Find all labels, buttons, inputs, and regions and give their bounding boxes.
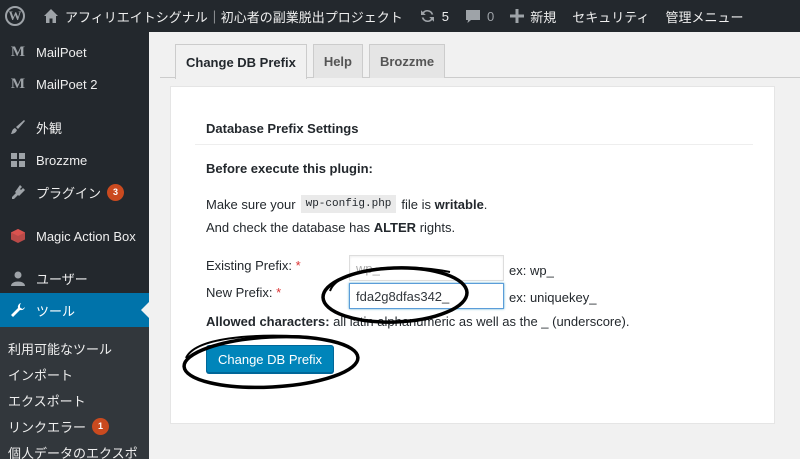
notice-text: Make sure your <box>206 196 296 212</box>
security-menu[interactable]: セキュリティ <box>564 0 657 32</box>
submenu-export-personal-data[interactable]: 個人データのエクスポ <box>0 439 149 459</box>
mailpoet-icon: M <box>10 43 26 60</box>
submenu-label: 個人データのエクスポ <box>8 445 138 459</box>
sidebar-item-label: ユーザー <box>36 271 88 287</box>
box-icon <box>0 229 36 243</box>
required-mark: * <box>276 285 282 300</box>
sidebar-item-tools[interactable]: ツール <box>0 293 149 327</box>
tab-change-db-prefix[interactable]: Change DB Prefix <box>175 44 307 79</box>
sidebar-item-label: 外観 <box>36 120 63 136</box>
tab-brozzme[interactable]: Brozzme <box>368 44 446 78</box>
wp-logo-menu[interactable]: W <box>0 0 35 32</box>
wrench-icon <box>0 302 36 318</box>
refresh-icon <box>419 8 436 24</box>
sidebar-item-label: Magic Action Box <box>36 228 136 244</box>
allowed-characters-note: Allowed characters: all latin alphanumer… <box>206 314 629 329</box>
notice-text: file is <box>401 196 432 212</box>
comment-icon <box>465 9 481 24</box>
new-content-menu[interactable]: 新規 <box>502 0 564 32</box>
submenu-import[interactable]: インポート <box>0 361 149 387</box>
sidebar-item-brozzme[interactable]: Brozzme <box>0 143 149 177</box>
sidebar-item-users[interactable]: ユーザー <box>0 261 149 295</box>
new-label: 新規 <box>530 9 557 25</box>
notice-text: . <box>483 196 488 212</box>
user-icon <box>0 271 36 286</box>
plugins-update-badge: 3 <box>107 183 125 201</box>
sidebar-item-magic-action-box[interactable]: Magic Action Box <box>0 219 149 253</box>
existing-prefix-field[interactable] <box>349 255 504 281</box>
updates-menu[interactable]: 5 <box>411 0 457 32</box>
tab-help[interactable]: Help <box>312 44 363 78</box>
admin-menu-link[interactable]: 管理メニュー <box>657 0 751 32</box>
submenu-label: インポート <box>8 367 74 383</box>
writable-emphasis: writable <box>434 196 484 212</box>
new-prefix-label-text: New Prefix: <box>206 285 273 300</box>
plugin-icon <box>0 184 36 200</box>
existing-prefix-label-text: Existing Prefix: <box>206 258 292 273</box>
home-icon <box>43 8 59 24</box>
submenu-label: エクスポート <box>8 393 86 409</box>
existing-prefix-example: ex: wp_ <box>509 263 554 278</box>
change-db-prefix-button[interactable]: Change DB Prefix <box>206 345 335 373</box>
tools-submenu: 利用可能なツール インポート エクスポート リンクエラー 1 個人データのエクス… <box>0 327 149 459</box>
settings-panel: Database Prefix Settings Before execute … <box>170 86 775 424</box>
sidebar-item-label: Brozzme <box>36 152 88 168</box>
sidebar-item-plugins[interactable]: プラグイン 3 <box>0 175 149 209</box>
sidebar-item-appearance[interactable]: 外観 <box>0 110 149 144</box>
submenu-label: 利用可能なツール <box>8 341 113 357</box>
submenu-available-tools[interactable]: 利用可能なツール <box>0 335 149 361</box>
comments-menu[interactable]: 0 <box>457 0 502 32</box>
writable-notice: Make sure your wp-config.php file is wri… <box>206 195 487 213</box>
submenu-label: リンクエラー <box>8 419 87 435</box>
alter-emphasis: ALTER <box>373 220 417 235</box>
sidebar-item-mailpoet-2[interactable]: M MailPoet 2 <box>0 67 149 101</box>
notice-text: rights. <box>419 220 456 235</box>
comments-count: 0 <box>486 8 495 24</box>
security-label: セキュリティ <box>572 9 650 25</box>
new-prefix-example: ex: uniquekey_ <box>509 290 597 305</box>
sidebar-item-label: MailPoet <box>36 44 87 60</box>
wordpress-logo-icon: W <box>5 6 25 26</box>
submenu-export[interactable]: エクスポート <box>0 387 149 413</box>
before-execute-heading: Before execute this plugin: <box>206 161 373 176</box>
plus-icon <box>510 9 525 23</box>
allowed-characters-label: Allowed characters: <box>206 314 330 329</box>
new-prefix-label: New Prefix: * <box>206 285 281 300</box>
notice-text: And check the database has <box>206 220 371 235</box>
existing-prefix-label: Existing Prefix: * <box>206 258 301 273</box>
tab-bar: Change DB Prefix Help Brozzme <box>175 44 451 79</box>
panel-divider <box>195 144 753 145</box>
required-mark: * <box>295 258 301 273</box>
alter-notice: And check the database has ALTER rights. <box>206 220 455 235</box>
site-name: アフィリエイトシグナル｜初心者の副業脱出プロジェクト <box>65 9 403 25</box>
admin-menu-label: 管理メニュー <box>665 9 744 25</box>
grid-icon <box>0 153 36 167</box>
broken-links-badge: 1 <box>92 417 110 435</box>
updates-count: 5 <box>441 8 449 24</box>
sidebar-item-mailpoet[interactable]: M MailPoet <box>0 35 149 69</box>
site-name-menu[interactable]: アフィリエイトシグナル｜初心者の副業脱出プロジェクト <box>35 0 411 32</box>
mailpoet-icon: M <box>10 75 26 92</box>
sidebar-item-label: MailPoet 2 <box>36 76 98 92</box>
allowed-characters-text: all latin alphanumeric as well as the _ … <box>333 314 630 329</box>
brush-icon <box>0 119 36 135</box>
sidebar-item-label: ツール <box>36 303 76 319</box>
config-filename: wp-config.php <box>300 195 397 213</box>
new-prefix-field[interactable] <box>349 283 504 309</box>
panel-title: Database Prefix Settings <box>206 121 359 136</box>
admin-bar: W アフィリエイトシグナル｜初心者の副業脱出プロジェクト 5 0 新規 セキュリ… <box>0 0 800 32</box>
sidebar-item-label: プラグイン <box>36 185 102 201</box>
submenu-broken-links[interactable]: リンクエラー 1 <box>0 413 149 439</box>
